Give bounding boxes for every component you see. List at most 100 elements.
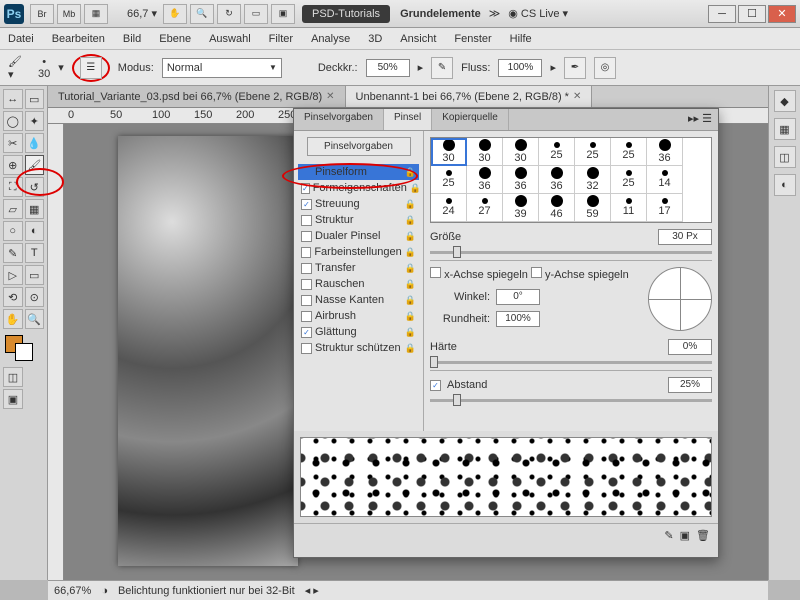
size-slider[interactable] (430, 251, 712, 254)
brush-option-item[interactable]: Farbeinstellungen🔒 (298, 244, 419, 260)
move-tool[interactable]: ↔ (3, 89, 23, 109)
crop-tool[interactable]: ✂ (3, 133, 23, 153)
rotate-view-button[interactable]: ↻ (217, 4, 241, 24)
angle-input[interactable]: 0° (496, 289, 540, 305)
brush-tip-cell[interactable]: 32 (575, 166, 611, 194)
opacity-input[interactable]: 50% (366, 59, 410, 77)
lock-icon[interactable]: 🔒 (405, 279, 416, 290)
background-color-swatch[interactable] (15, 343, 33, 361)
panel-menu-icon[interactable]: ▸▸ ☰ (682, 109, 718, 130)
marquee-tool[interactable]: ▭ (25, 89, 45, 109)
option-checkbox[interactable]: ✓ (301, 327, 312, 338)
document-tab[interactable]: Unbenannt-1 bei 66,7% (Ebene 2, RGB/8) *… (346, 86, 593, 107)
quickmask-button[interactable]: ◫ (3, 367, 23, 387)
menu-auswahl[interactable]: Auswahl (209, 33, 251, 45)
screen-mode-button[interactable]: ▣ (271, 4, 295, 24)
adjustments-panel-icon[interactable]: ◐ (774, 174, 796, 196)
window-close-button[interactable]: ✕ (768, 5, 796, 23)
brush-tip-cell[interactable]: 25 (431, 166, 467, 194)
option-checkbox[interactable] (301, 263, 312, 274)
brush-tip-cell[interactable]: 30 (467, 138, 503, 166)
lock-icon[interactable]: 🔒 (405, 247, 416, 258)
bridge-button[interactable]: Br (30, 4, 54, 24)
brush-option-item[interactable]: ✓Formeigenschaften🔒 (298, 180, 419, 196)
brush-tip-cell[interactable]: 59 (575, 194, 611, 222)
minibridge-button[interactable]: Mb (57, 4, 81, 24)
brush-tip-cell[interactable]: 30 (431, 138, 467, 166)
flip-y-checkbox[interactable] (531, 267, 542, 278)
new-brush-icon[interactable]: ▣ (680, 529, 690, 542)
document-tab[interactable]: Tutorial_Variante_03.psd bei 66,7% (Eben… (48, 86, 346, 107)
zoom-tool-button[interactable]: 🔍 (190, 4, 214, 24)
hardness-slider[interactable] (430, 361, 712, 364)
workspace-switcher[interactable]: PSD-Tutorials (302, 5, 390, 23)
option-checkbox[interactable] (301, 215, 312, 226)
brush-preset-dropdown[interactable]: ▾ (58, 61, 64, 74)
toggle-preview-icon[interactable]: ✎ (664, 529, 673, 542)
brush-tip-cell[interactable]: 25 (575, 138, 611, 166)
blend-mode-select[interactable]: Normal▼ (162, 58, 282, 78)
brush-tip-cell[interactable]: 36 (503, 166, 539, 194)
flow-input[interactable]: 100% (498, 59, 542, 77)
tablet-opacity-button[interactable]: ✎ (431, 57, 453, 79)
brush-tip-cell[interactable]: 14 (647, 166, 683, 194)
menu-ebene[interactable]: Ebene (159, 33, 191, 45)
airbrush-button[interactable]: ✒ (564, 57, 586, 79)
arrange-docs-button[interactable]: ▭ (244, 4, 268, 24)
lock-icon[interactable]: 🔒 (405, 263, 416, 274)
spot-healing-tool[interactable]: ⊕ (3, 155, 23, 175)
brush-tip-cell[interactable]: 24 (431, 194, 467, 222)
brush-option-item[interactable]: ✓Glättung🔒 (298, 324, 419, 340)
brush-size-preview[interactable]: •30 (38, 56, 50, 80)
menu-3d[interactable]: 3D (368, 33, 382, 45)
lock-icon[interactable]: 🔒 (405, 327, 416, 338)
tablet-size-button[interactable]: ◎ (594, 57, 616, 79)
cslive-button[interactable]: ◉ CS Live ▾ (508, 7, 568, 20)
brush-tip-cell[interactable]: 25 (611, 138, 647, 166)
angle-diagram[interactable] (648, 267, 712, 331)
zoom-tool[interactable]: 🔍 (25, 309, 45, 329)
pen-tool[interactable]: ✎ (3, 243, 23, 263)
shape-tool[interactable]: ▭ (25, 265, 45, 285)
menu-fenster[interactable]: Fenster (454, 33, 491, 45)
window-minimize-button[interactable]: ─ (708, 5, 736, 23)
canvas[interactable] (118, 136, 298, 566)
lasso-tool[interactable]: ◯ (3, 111, 23, 131)
brush-tool[interactable]: 🖌 (25, 155, 45, 175)
path-selection-tool[interactable]: ▷ (3, 265, 23, 285)
hand-tool[interactable]: ✋ (3, 309, 23, 329)
brush-tip-cell[interactable]: 30 (503, 138, 539, 166)
brush-tip-cell[interactable]: 36 (539, 166, 575, 194)
brush-tip-cell[interactable]: 27 (467, 194, 503, 222)
brush-option-item[interactable]: Rauschen🔒 (298, 276, 419, 292)
history-brush-tool[interactable]: ↺ (25, 177, 45, 197)
option-checkbox[interactable] (301, 311, 312, 322)
size-input[interactable]: 30 Px (658, 229, 712, 245)
zoom-level[interactable]: 66,7 ▾ (127, 7, 157, 20)
gradient-tool[interactable]: ▦ (25, 199, 45, 219)
brush-option-item[interactable]: Airbrush🔒 (298, 308, 419, 324)
lock-icon[interactable]: 🔒 (405, 167, 416, 178)
close-tab-icon[interactable]: ✕ (573, 91, 581, 102)
menu-bearbeiten[interactable]: Bearbeiten (52, 33, 105, 45)
brush-tip-cell[interactable]: 36 (467, 166, 503, 194)
option-checkbox[interactable] (301, 343, 312, 354)
menu-bild[interactable]: Bild (123, 33, 141, 45)
brush-tip-cell[interactable]: 39 (503, 194, 539, 222)
option-checkbox[interactable] (301, 231, 312, 242)
lock-icon[interactable]: 🔒 (410, 183, 421, 194)
lock-icon[interactable]: 🔒 (405, 215, 416, 226)
brush-option-item[interactable]: Nasse Kanten🔒 (298, 292, 419, 308)
lock-icon[interactable]: 🔒 (405, 343, 416, 354)
menu-hilfe[interactable]: Hilfe (510, 33, 532, 45)
menu-filter[interactable]: Filter (269, 33, 293, 45)
brush-option-item[interactable]: Struktur schützen🔒 (298, 340, 419, 356)
brush-option-item[interactable]: Struktur🔒 (298, 212, 419, 228)
hardness-input[interactable]: 0% (668, 339, 712, 355)
spacing-input[interactable]: 25% (668, 377, 712, 393)
brush-option-item[interactable]: ✓Streuung🔒 (298, 196, 419, 212)
trash-icon[interactable]: 🗑 (696, 529, 710, 542)
option-checkbox[interactable] (301, 279, 312, 290)
panel-tab-brush[interactable]: Pinsel (384, 109, 432, 130)
lock-icon[interactable]: 🔒 (405, 311, 416, 322)
